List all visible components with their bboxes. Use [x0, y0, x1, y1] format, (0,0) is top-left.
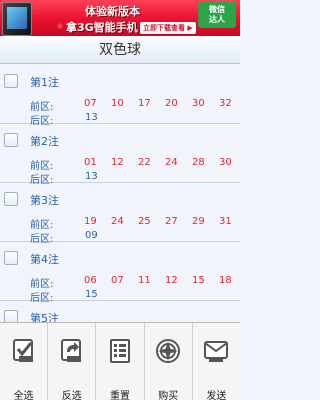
send-label: 发送: [206, 391, 227, 400]
front-number: 19: [84, 216, 97, 227]
front-number: 12: [165, 275, 178, 286]
ticket-row[interactable]: 第4注 前区: 06 07 11 12 15 18 后区: 15: [0, 242, 240, 304]
front-number: 07: [84, 98, 97, 109]
front-number: 32: [219, 98, 232, 109]
ticket-title: 第3注: [30, 194, 59, 207]
ad-headline: 体验新版本: [85, 5, 140, 18]
front-number: 11: [138, 275, 151, 286]
back-number: 15: [85, 289, 98, 300]
back-number: 13: [85, 112, 98, 123]
page-title: 双色球: [0, 36, 240, 64]
front-number: 17: [138, 98, 151, 109]
send-button[interactable]: 发送: [193, 323, 240, 400]
invert-select-label: 反选: [61, 391, 82, 400]
reset-label: 重置: [110, 391, 130, 400]
front-numbers: 19 24 25 27 29 31: [84, 216, 234, 230]
ticket-list: 第1注 前区: 07 10 17 20 30 32 后区: 13 第2注 前区: 01 12 22 24 28 3…: [0, 65, 240, 360]
ad-phone-image: [2, 2, 32, 36]
front-zone-label: 前区:: [30, 220, 54, 231]
front-number: 06: [84, 275, 97, 286]
front-number: 10: [111, 98, 124, 109]
select-all-label: 全选: [13, 391, 34, 400]
front-number: 29: [192, 216, 205, 227]
ad-tag-line: 达人: [209, 15, 225, 24]
reset-button[interactable]: 重置: [96, 323, 145, 400]
front-numbers: 06 07 11 12 15 18: [84, 275, 234, 289]
invert-select-button[interactable]: 反选: [48, 323, 97, 400]
front-number: 30: [219, 157, 232, 168]
front-numbers: 01 12 22 24 28 30: [84, 157, 234, 171]
buy-label: 购买: [158, 391, 179, 400]
front-number: 18: [219, 275, 232, 286]
front-number: 30: [192, 98, 205, 109]
front-numbers: 07 10 17 20 30 32: [84, 98, 234, 112]
reset-list-icon: [110, 339, 130, 363]
ad-subheadline: 拿3G智能手机: [66, 21, 138, 34]
ad-wechat-tag: 微信 达人: [198, 2, 236, 28]
ticket-checkbox[interactable]: [4, 192, 18, 206]
check-all-icon: [12, 339, 33, 362]
front-number: 31: [219, 216, 232, 227]
front-number: 27: [165, 216, 178, 227]
ticket-checkbox[interactable]: [4, 251, 18, 265]
front-zone-label: 前区:: [30, 161, 54, 172]
front-number: 24: [165, 157, 178, 168]
front-number: 07: [111, 275, 124, 286]
ticket-title: 第4注: [30, 253, 59, 266]
ticket-row[interactable]: 第1注 前区: 07 10 17 20 30 32 后区: 13: [0, 65, 240, 127]
front-number: 01: [84, 157, 97, 168]
ad-banner[interactable]: 体验新版本 拿3G智能手机 立即下载查看 ▶ 微信 达人: [0, 0, 240, 36]
front-number: 15: [192, 275, 205, 286]
ad-download-button[interactable]: 立即下载查看 ▶: [140, 22, 196, 34]
invert-icon: [60, 339, 81, 362]
front-zone-label: 前区:: [30, 279, 54, 290]
ad-tag-line: 微信: [209, 5, 225, 14]
send-icon: [204, 341, 229, 362]
ticket-checkbox[interactable]: [4, 133, 18, 147]
back-number: 13: [85, 171, 98, 182]
front-zone-label: 前区:: [30, 102, 54, 113]
ticket-row[interactable]: 第2注 前区: 01 12 22 24 28 30 后区: 13: [0, 124, 240, 186]
ticket-title: 第2注: [30, 135, 59, 148]
front-number: 24: [111, 216, 124, 227]
compass-icon: [156, 339, 181, 363]
front-number: 20: [165, 98, 178, 109]
front-number: 12: [111, 157, 124, 168]
front-number: 22: [138, 157, 151, 168]
front-number: 28: [192, 157, 205, 168]
buy-button[interactable]: 购买: [145, 323, 193, 400]
ticket-row[interactable]: 第3注 前区: 19 24 25 27 29 31 后区: 09: [0, 183, 240, 245]
back-number: 09: [85, 230, 98, 241]
bottom-toolbar: 全选 反选 重置 购买 发送: [0, 322, 240, 400]
ticket-checkbox[interactable]: [4, 74, 18, 88]
ticket-title: 第1注: [30, 76, 59, 89]
front-number: 25: [138, 216, 151, 227]
select-all-button[interactable]: 全选: [0, 323, 49, 400]
